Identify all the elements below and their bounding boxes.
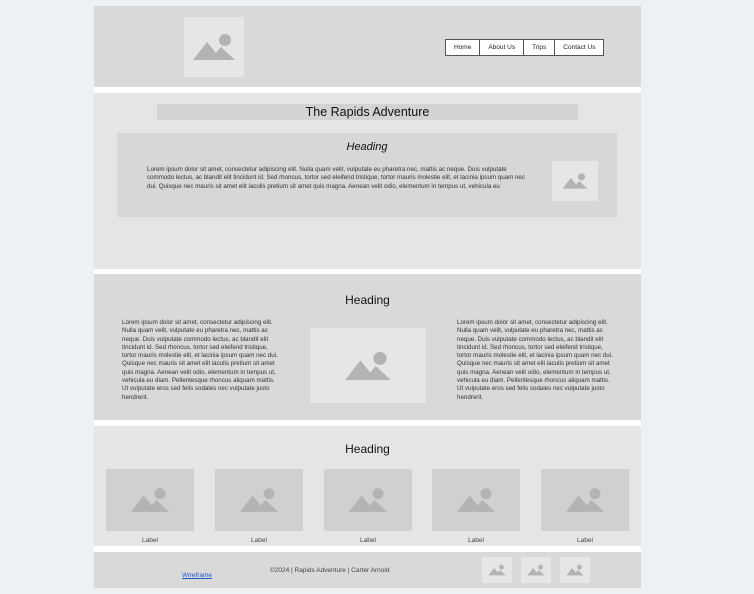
logo-image[interactable] (184, 17, 244, 77)
center-image[interactable] (310, 328, 426, 403)
gallery-image[interactable] (541, 469, 629, 531)
image-placeholder-icon (562, 173, 588, 189)
image-placeholder-icon (193, 34, 235, 60)
section-heading: Heading (345, 442, 390, 456)
page-title: The Rapids Adventure (157, 104, 578, 120)
image-placeholder-icon (565, 488, 605, 512)
image-placeholder-icon (239, 488, 279, 512)
image-placeholder-icon (566, 564, 584, 576)
main-nav: Home About Us Trips Contact Us (445, 39, 605, 56)
card-text: Lorem ipsum dolor sit amet, consectetur … (147, 166, 525, 190)
gallery-label: Label (251, 537, 267, 544)
right-column-text: Lorem ipsum dolor sit amet, consectetur … (457, 319, 613, 401)
nav-contact-us[interactable]: Contact Us (554, 40, 603, 55)
image-placeholder-icon (456, 488, 496, 512)
intro-card: Heading Lorem ipsum dolor sit amet, cons… (117, 133, 617, 217)
copyright-text: ©2024 | Rapids Adventure | Carter Arnold (270, 567, 390, 574)
gallery-section: Heading Label Label Label Label Label (94, 426, 641, 546)
gallery-label: Label (142, 537, 158, 544)
footer-social-image[interactable] (482, 557, 512, 583)
footer-social-image[interactable] (521, 557, 551, 583)
nav-home[interactable]: Home (446, 40, 479, 55)
nav-trips[interactable]: Trips (523, 40, 554, 55)
gallery-label: Label (360, 537, 376, 544)
gallery-image[interactable] (432, 469, 520, 531)
intro-section: The Rapids Adventure Heading Lorem ipsum… (94, 93, 641, 269)
gallery-label: Label (577, 537, 593, 544)
gallery-image[interactable] (106, 469, 194, 531)
wireframe-page: Home About Us Trips Contact Us The Rapid… (94, 6, 641, 588)
image-placeholder-icon (348, 488, 388, 512)
site-header: Home About Us Trips Contact Us (94, 6, 641, 87)
gallery-image[interactable] (324, 469, 412, 531)
section-heading: Heading (345, 293, 390, 307)
wireframe-link[interactable]: Wireframe (182, 572, 212, 579)
card-image[interactable] (552, 161, 598, 201)
nav-about-us[interactable]: About Us (479, 40, 523, 55)
image-placeholder-icon (488, 564, 506, 576)
left-column-text: Lorem ipsum dolor sit amet, consectetur … (122, 319, 278, 401)
image-placeholder-icon (345, 351, 391, 380)
gallery-label: Label (468, 537, 484, 544)
image-placeholder-icon (130, 488, 170, 512)
footer-social-image[interactable] (560, 557, 590, 583)
image-placeholder-icon (527, 564, 545, 576)
gallery-image[interactable] (215, 469, 303, 531)
two-column-section: Heading Lorem ipsum dolor sit amet, cons… (94, 274, 641, 420)
site-footer: Wireframe ©2024 | Rapids Adventure | Car… (94, 552, 641, 588)
card-heading: Heading (346, 141, 388, 153)
